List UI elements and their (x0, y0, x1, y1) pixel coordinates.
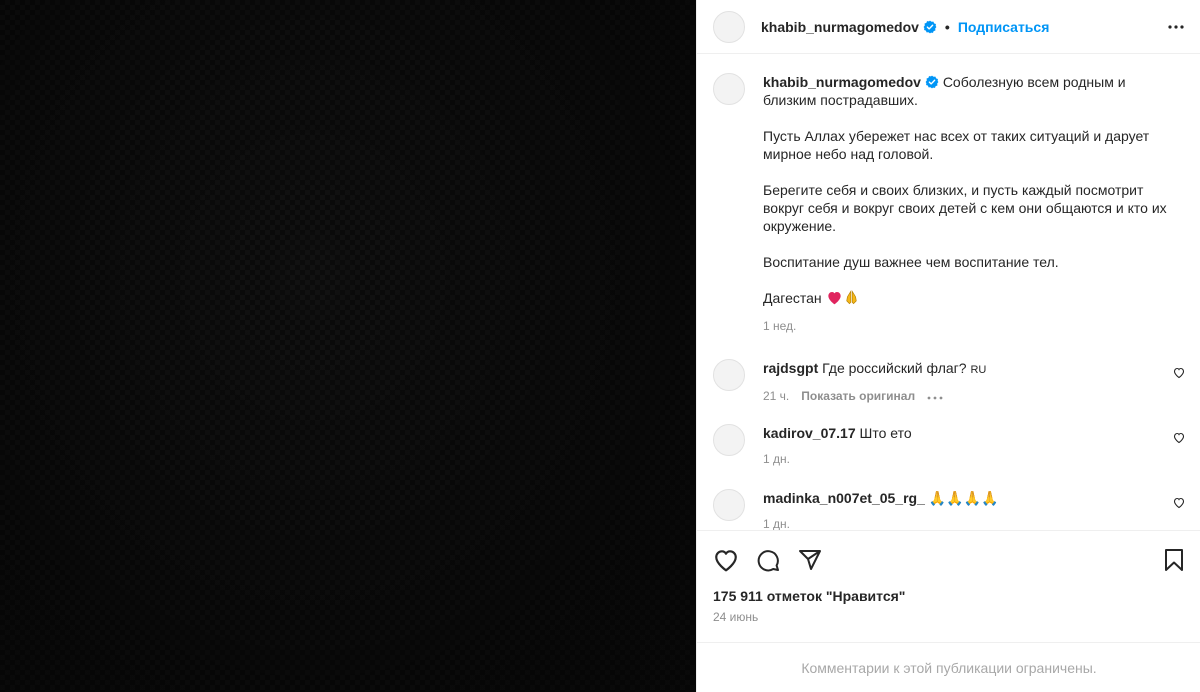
comment-row: rajdsgpt Где российский флаг? RU 21 ч. П… (713, 359, 1185, 405)
comment-text: 🙏🙏🙏🙏 (928, 490, 999, 506)
caption-avatar[interactable] (713, 73, 745, 105)
post-header: khabib_nurmagomedov • Подписаться (697, 0, 1200, 54)
comment-meta: 21 ч. Показать оригинал (763, 387, 1185, 405)
comment-icon[interactable] (755, 547, 781, 573)
caption-row: khabib_nurmagomedov Соболезную всем родн… (713, 73, 1185, 335)
bookmark-icon[interactable] (1161, 547, 1187, 573)
post-media-image[interactable] (0, 0, 696, 692)
header-separator: • (944, 18, 950, 35)
red-heart-emoji-icon (826, 290, 843, 309)
comment-row: madinka_n007et_05_rg_ 🙏🙏🙏🙏 1 дн. (713, 489, 1185, 530)
comment-body: kadirov_07.17 Што ето 1 дн. (763, 424, 1185, 468)
post-side-panel: khabib_nurmagomedov • Подписаться khabib… (696, 0, 1200, 692)
comment-row: kadirov_07.17 Што ето 1 дн. (713, 424, 1185, 468)
comment-more-icon[interactable] (927, 387, 943, 405)
caption-text-p3: Берегите себя и своих близких, и пусть к… (763, 182, 1167, 234)
comment-username[interactable]: madinka_n007et_05_rg_ (763, 490, 925, 506)
comment-time[interactable]: 1 дн. (763, 515, 790, 530)
verified-badge-icon (925, 75, 939, 89)
comment-body: rajdsgpt Где российский флаг? RU 21 ч. П… (763, 359, 1185, 405)
follow-button[interactable]: Подписаться (958, 19, 1050, 35)
comment-body: madinka_n007et_05_rg_ 🙏🙏🙏🙏 1 дн. (763, 489, 1185, 530)
comment-time[interactable]: 21 ч. (763, 387, 789, 405)
caption-text-p2: Пусть Аллах убережет нас всех от таких с… (763, 128, 1150, 162)
comments-restricted-notice: Комментарии к этой публикации ограничены… (697, 642, 1200, 692)
post-date[interactable]: 24 июнь (713, 610, 758, 624)
caption-username[interactable]: khabib_nurmagomedov (763, 74, 921, 90)
comment-text: Што ето (859, 425, 912, 441)
comment-meta: 1 дн. (763, 450, 1185, 468)
comment-lang-tag: RU (970, 364, 987, 376)
author-username[interactable]: khabib_nurmagomedov (761, 19, 919, 35)
commenter-avatar[interactable] (713, 359, 745, 391)
caption-text-p5-line: Дагестан (763, 289, 1185, 309)
share-icon[interactable] (797, 547, 823, 573)
likes-count[interactable]: 175 911 отметок "Нравится" (713, 588, 905, 604)
heart-icon[interactable] (713, 547, 739, 573)
caption-meta: 1 нед. (763, 317, 1185, 335)
comment-like-heart-icon[interactable] (1173, 430, 1185, 444)
comment-meta: 1 дн. (763, 515, 1185, 530)
praying-hands-emoji-icon (843, 290, 860, 309)
verified-badge-icon (923, 20, 937, 34)
post-actions-bar (697, 532, 1200, 588)
comment-username[interactable]: kadirov_07.17 (763, 425, 856, 441)
comment-like-heart-icon[interactable] (1173, 365, 1185, 379)
caption-text-p4: Воспитание душ важнее чем воспитание тел… (763, 254, 1059, 270)
more-icon[interactable] (1165, 16, 1187, 38)
comment-time[interactable]: 1 дн. (763, 450, 790, 468)
author-avatar[interactable] (713, 10, 745, 43)
comments-scroll-area[interactable]: khabib_nurmagomedov Соболезную всем родн… (697, 55, 1200, 531)
commenter-avatar[interactable] (713, 489, 745, 521)
caption-text-p5: Дагестан (763, 290, 822, 306)
caption-time[interactable]: 1 нед. (763, 317, 796, 335)
comment-like-heart-icon[interactable] (1173, 495, 1185, 509)
caption-body: khabib_nurmagomedov Соболезную всем родн… (763, 73, 1185, 335)
commenter-avatar[interactable] (713, 424, 745, 456)
show-original-button[interactable]: Показать оригинал (801, 387, 915, 405)
post-modal: khabib_nurmagomedov • Подписаться khabib… (0, 0, 1200, 692)
comment-username[interactable]: rajdsgpt (763, 360, 818, 376)
comment-text: Где российский флаг? (822, 360, 967, 376)
